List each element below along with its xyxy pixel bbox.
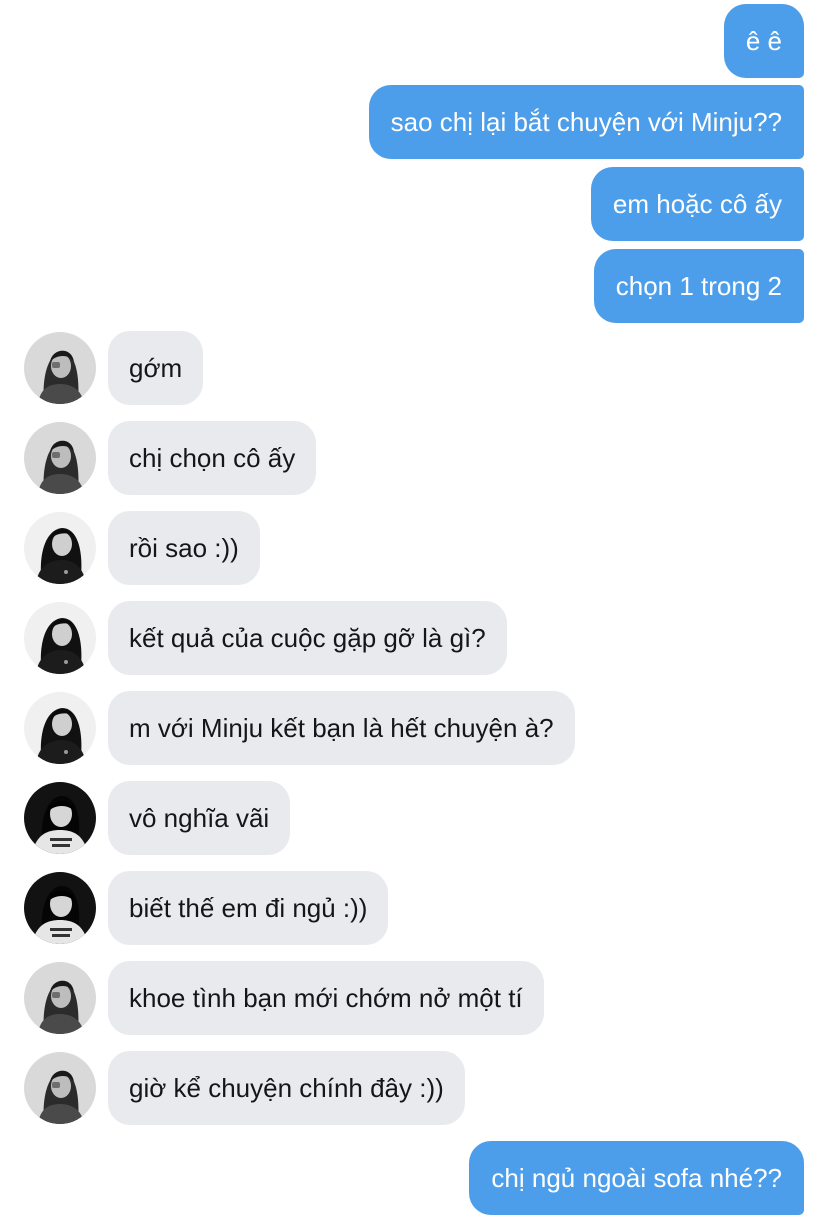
avatar-c[interactable] — [24, 872, 96, 944]
incoming-message-bubble[interactable]: kết quả của cuộc gặp gỡ là gì? — [108, 601, 507, 675]
message-row: gớm — [0, 331, 828, 405]
avatar-b[interactable] — [24, 602, 96, 674]
outgoing-message-bubble[interactable]: chọn 1 trong 2 — [593, 249, 804, 323]
message-text: chị chọn cô ấy — [129, 443, 296, 473]
message-row: em hoặc cô ấy — [0, 167, 828, 241]
message-row: rồi sao :)) — [0, 511, 828, 585]
message-text: chị ngủ ngoài sofa nhé?? — [491, 1163, 782, 1193]
avatar-photo-a-icon — [24, 962, 96, 1034]
message-text: sao chị lại bắt chuyện với Minju?? — [390, 107, 782, 137]
incoming-message-bubble[interactable]: giờ kể chuyện chính đây :)) — [108, 1051, 465, 1125]
avatar-photo-a-icon — [24, 422, 96, 494]
message-row: ê ê — [0, 4, 828, 78]
avatar-c[interactable] — [24, 782, 96, 854]
message-row: biết thế em đi ngủ :)) — [0, 871, 828, 945]
avatar-a[interactable] — [24, 422, 96, 494]
message-row: chọn 1 trong 2 — [0, 249, 828, 323]
avatar-a[interactable] — [24, 962, 96, 1034]
message-text: chọn 1 trong 2 — [615, 271, 782, 301]
message-row: kết quả của cuộc gặp gỡ là gì? — [0, 601, 828, 675]
message-text: gớm — [129, 353, 183, 383]
message-text: ê ê — [745, 26, 782, 56]
outgoing-message-bubble[interactable]: em hoặc cô ấy — [590, 167, 804, 241]
message-row: m với Minju kết bạn là hết chuyện à? — [0, 691, 828, 765]
avatar-b[interactable] — [24, 512, 96, 584]
message-text: kết quả của cuộc gặp gỡ là gì? — [129, 623, 486, 653]
message-row: sao chị lại bắt chuyện với Minju?? — [0, 85, 828, 159]
incoming-message-bubble[interactable]: khoe tình bạn mới chớm nở một tí — [108, 961, 544, 1035]
message-row: giờ kể chuyện chính đây :)) — [0, 1051, 828, 1125]
outgoing-message-bubble[interactable]: chị ngủ ngoài sofa nhé?? — [469, 1141, 804, 1215]
chat-thread: ê ê sao chị lại bắt chuyện với Minju?? e… — [0, 0, 828, 1217]
avatar-photo-b-icon — [24, 692, 96, 764]
incoming-message-bubble[interactable]: rồi sao :)) — [108, 511, 260, 585]
message-text: giờ kể chuyện chính đây :)) — [129, 1073, 444, 1103]
incoming-message-bubble[interactable]: vô nghĩa vãi — [108, 781, 291, 855]
incoming-message-bubble[interactable]: biết thế em đi ngủ :)) — [108, 871, 389, 945]
avatar-photo-c-icon — [24, 872, 96, 944]
outgoing-message-bubble[interactable]: ê ê — [723, 4, 804, 78]
avatar-b[interactable] — [24, 692, 96, 764]
avatar-photo-a-icon — [24, 332, 96, 404]
message-text: rồi sao :)) — [129, 533, 239, 563]
avatar-photo-b-icon — [24, 602, 96, 674]
avatar-photo-a-icon — [24, 1052, 96, 1124]
avatar-photo-c-icon — [24, 782, 96, 854]
message-text: vô nghĩa vãi — [129, 803, 270, 833]
incoming-message-bubble[interactable]: chị chọn cô ấy — [108, 421, 317, 495]
message-text: m với Minju kết bạn là hết chuyện à? — [129, 713, 554, 743]
incoming-message-bubble[interactable]: gớm — [108, 331, 204, 405]
message-text: khoe tình bạn mới chớm nở một tí — [129, 983, 523, 1013]
avatar-a[interactable] — [24, 332, 96, 404]
message-row: vô nghĩa vãi — [0, 781, 828, 855]
avatar-a[interactable] — [24, 1052, 96, 1124]
message-text: biết thế em đi ngủ :)) — [129, 893, 368, 923]
message-row: khoe tình bạn mới chớm nở một tí — [0, 961, 828, 1035]
message-text: em hoặc cô ấy — [612, 189, 782, 219]
message-row: chị ngủ ngoài sofa nhé?? — [0, 1141, 828, 1215]
outgoing-message-bubble[interactable]: sao chị lại bắt chuyện với Minju?? — [368, 85, 804, 159]
message-row: chị chọn cô ấy — [0, 421, 828, 495]
avatar-photo-b-icon — [24, 512, 96, 584]
incoming-message-bubble[interactable]: m với Minju kết bạn là hết chuyện à? — [108, 691, 575, 765]
